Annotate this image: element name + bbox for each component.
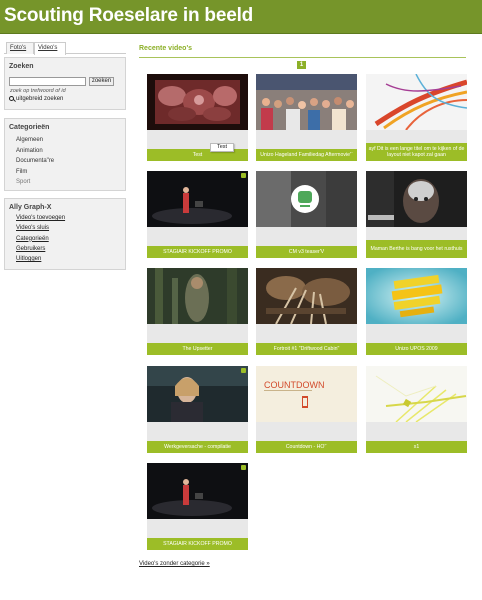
site-title: Scouting Roeselare in beeld xyxy=(4,5,254,26)
category-item[interactable]: Animation xyxy=(16,148,125,159)
video-title: Unizo Hageland Familiedag Aftermovie'¨ xyxy=(256,149,357,161)
video-card[interactable]: Unizo UPOS 2009 xyxy=(366,268,467,355)
video-title: The Upsetter xyxy=(147,343,248,355)
user-heading: Ally Graph-X xyxy=(9,204,52,211)
video-card[interactable]: Werkgeversache - compilatie xyxy=(147,366,248,453)
divider xyxy=(139,57,466,58)
video-thumbnail xyxy=(256,74,357,130)
svg-text:COUNTDOWN: COUNTDOWN xyxy=(264,380,325,390)
tab-videos[interactable]: Video's xyxy=(34,42,66,55)
video-thumbnail xyxy=(147,366,248,422)
video-thumbnail xyxy=(147,463,248,519)
search-input[interactable] xyxy=(9,77,86,86)
video-card[interactable]: Fortroit #1 "Driftwood Cabin" xyxy=(256,268,357,355)
video-card[interactable]: Unizo Hageland Familiedag Aftermovie'¨ xyxy=(256,74,357,161)
video-title: Fortroit #1 "Driftwood Cabin" xyxy=(256,343,357,355)
video-title: STAGIAIR KICKOFF PROMO xyxy=(147,246,248,258)
video-thumbnail xyxy=(147,171,248,227)
user-menu-item[interactable]: Video's toevoegen xyxy=(16,215,125,225)
video-thumbnail xyxy=(366,366,467,422)
video-thumbnail xyxy=(366,268,467,324)
advanced-search-link[interactable]: uitgebreid zoeken xyxy=(9,96,63,102)
categories-panel: Categorieën Algemeen Animation Documenta… xyxy=(4,118,126,191)
tooltip: Test xyxy=(210,143,234,152)
video-title: CM v3 teaser'V xyxy=(256,246,357,258)
category-item[interactable]: Documenta"re xyxy=(16,158,125,169)
category-item[interactable]: Film xyxy=(16,169,125,180)
video-card[interactable]: Maman Berthe is bang voor het rusthuis xyxy=(366,171,467,258)
media-tabs: Foto's Video's xyxy=(4,42,126,55)
user-menu-item[interactable]: Video's sluis xyxy=(16,225,125,235)
video-thumbnail xyxy=(366,171,467,227)
user-menu-item[interactable]: Uitloggen xyxy=(16,256,125,266)
advanced-search-label: uitgebreid zoeken xyxy=(16,96,64,102)
video-card[interactable]: STAGIAIR KICKOFF PROMO xyxy=(147,171,248,258)
pagination-page[interactable]: 1 xyxy=(297,61,306,69)
recent-videos-title: Recente video's xyxy=(139,45,193,52)
video-title: Werkgeversache - compilatie xyxy=(147,441,248,453)
uncategorized-videos-link[interactable]: Video's zonder categorie » xyxy=(139,561,210,567)
video-thumbnail xyxy=(147,74,248,130)
user-panel: Ally Graph-X Video's toevoegen Video's s… xyxy=(4,198,126,270)
video-card[interactable]: The Upsetter xyxy=(147,268,248,355)
video-card[interactable]: ayf Dit is een lange titel om te kijken … xyxy=(366,74,467,161)
video-card[interactable]: COUNTDOWN Countdown - HO'¨ xyxy=(256,366,357,453)
video-card[interactable]: CM v3 teaser'V xyxy=(256,171,357,258)
video-title: STAGIAIR KICKOFF PROMO xyxy=(147,538,248,550)
tab-photos[interactable]: Foto's xyxy=(6,42,34,54)
user-menu-item[interactable]: Categorieën xyxy=(16,236,125,246)
video-card[interactable]: STAGIAIR KICKOFF PROMO xyxy=(147,463,248,550)
video-thumbnail xyxy=(256,171,357,227)
search-icon xyxy=(9,96,14,101)
video-title: Maman Berthe is bang voor het rusthuis xyxy=(366,240,467,258)
video-title: ayf Dit is een lange titel om te kijken … xyxy=(366,143,467,161)
search-button[interactable]: zoeken xyxy=(89,77,114,86)
category-item[interactable]: Algemeen xyxy=(16,137,125,148)
search-hint: zoek op trefwoord of id xyxy=(10,88,66,94)
video-thumbnail: COUNTDOWN xyxy=(256,366,357,422)
video-card[interactable]: x1 xyxy=(366,366,467,453)
categories-heading: Categorieën xyxy=(9,124,50,131)
search-panel: Zoeken zoeken zoek op trefwoord of id ui… xyxy=(4,57,126,110)
video-title: Unizo UPOS 2009 xyxy=(366,343,467,355)
user-menu-item[interactable]: Gebruikers xyxy=(16,246,125,256)
video-title: Countdown - HO'¨ xyxy=(256,441,357,453)
site-header: Scouting Roeselare in beeld xyxy=(0,0,482,34)
category-item[interactable]: Sport xyxy=(16,179,125,190)
search-heading: Zoeken xyxy=(9,63,34,70)
video-thumbnail xyxy=(256,268,357,324)
video-thumbnail xyxy=(147,268,248,324)
video-title: x1 xyxy=(366,441,467,453)
video-thumbnail xyxy=(366,74,467,130)
